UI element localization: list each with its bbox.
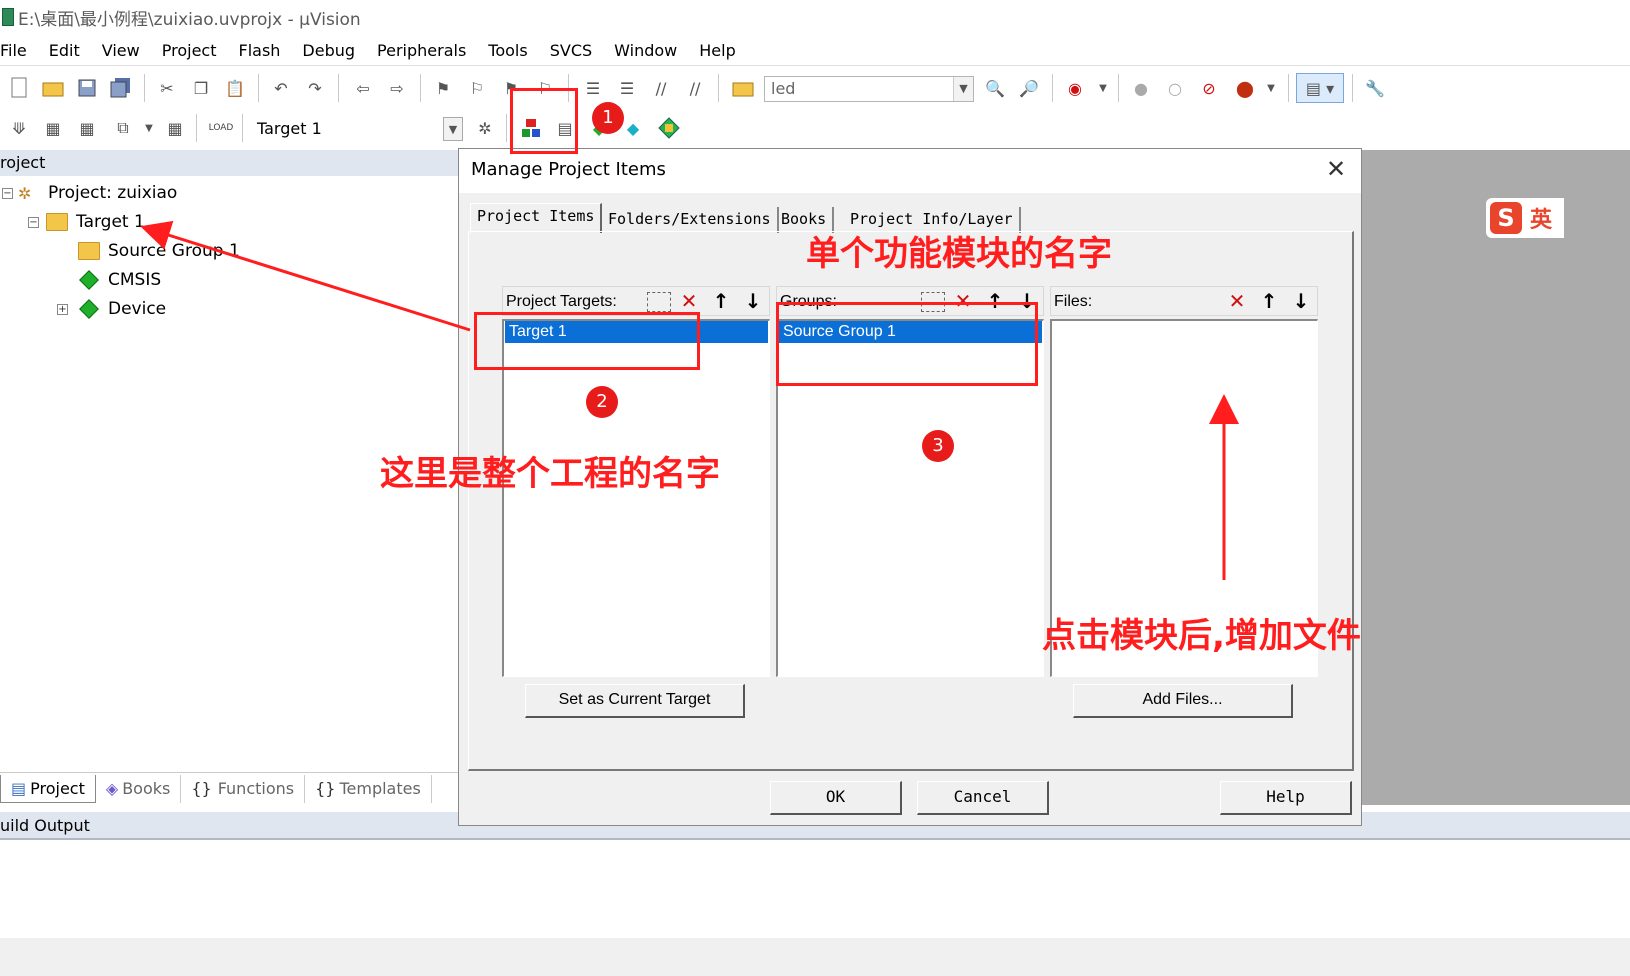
arrow-to-target-node (140, 220, 471, 332)
annotation-arrows (140, 220, 1239, 580)
